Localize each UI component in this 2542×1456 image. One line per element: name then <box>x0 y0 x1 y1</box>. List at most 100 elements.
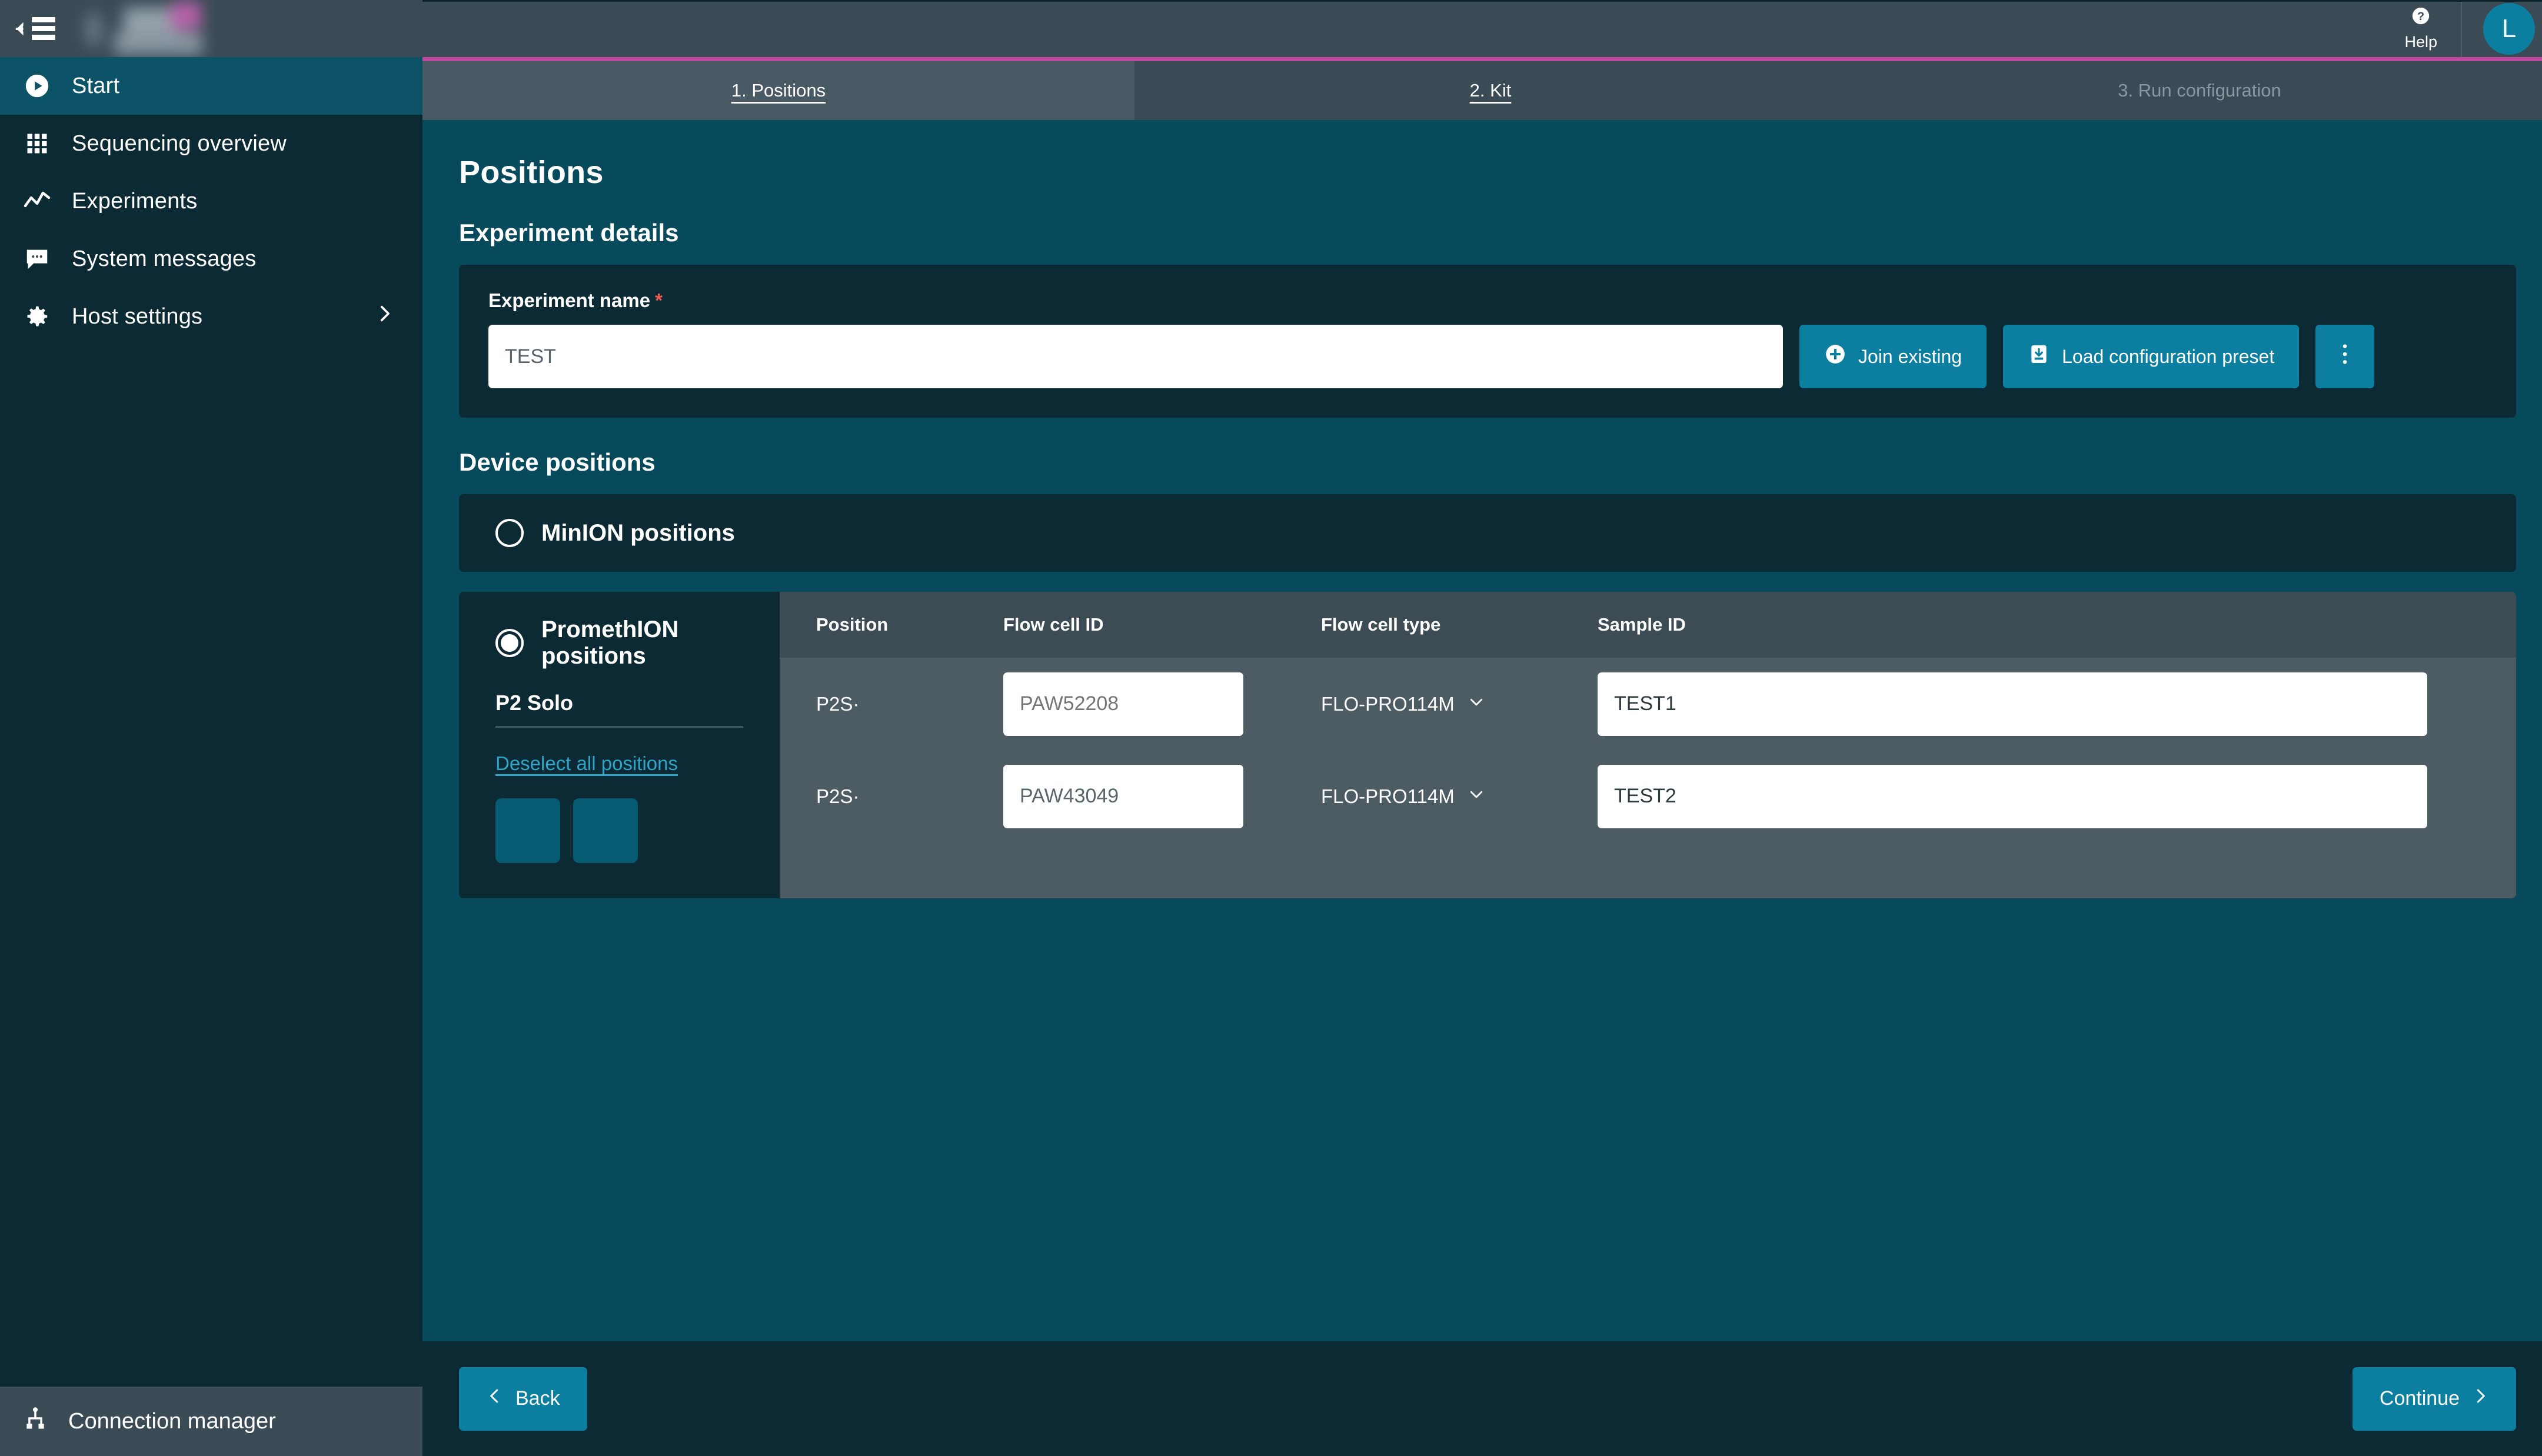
promethion-positions-panel: PromethION positions P2 Solo Deselect al… <box>459 592 2516 898</box>
flow-cell-type-select-row-2[interactable]: FLO-PRO114M <box>1321 785 1485 808</box>
continue-label: Continue <box>2379 1387 2460 1410</box>
deselect-all-positions-link[interactable]: Deselect all positions <box>459 752 678 775</box>
load-configuration-preset-label: Load configuration preset <box>2062 345 2275 367</box>
help-button[interactable]: ? Help <box>2381 0 2462 57</box>
flow-cell-id-input-row-2[interactable] <box>1003 764 1243 828</box>
cell-sample-id <box>1598 658 2516 750</box>
chevron-down-icon <box>1468 785 1485 808</box>
positions-table-head: Position Flow cell ID Flow cell type Sam… <box>780 592 2516 658</box>
avatar-initial: L <box>2501 14 2517 43</box>
question-circle-icon: ? <box>2411 6 2431 30</box>
collapse-menu-icon[interactable] <box>13 11 55 46</box>
gear-icon <box>22 302 52 331</box>
position-tile-1[interactable] <box>495 798 560 863</box>
device-positions-title: Device positions <box>459 448 656 476</box>
flow-cell-type-value: FLO-PRO114M <box>1321 785 1455 807</box>
continue-button[interactable]: Continue <box>2352 1367 2516 1431</box>
page-title: Positions <box>459 155 604 190</box>
plus-circle-icon <box>1824 343 1846 370</box>
cell-flow-cell-id <box>1003 658 1321 750</box>
back-button[interactable]: Back <box>459 1367 587 1431</box>
promethion-radio[interactable] <box>495 629 524 657</box>
sidebar-item-host-settings[interactable]: Host settings <box>0 288 422 345</box>
join-existing-button[interactable]: Join existing <box>1799 325 1987 388</box>
table-header-row: Position Flow cell ID Flow cell type Sam… <box>780 592 2516 658</box>
sidebar-header <box>0 0 422 57</box>
flow-cell-id-input-row-1[interactable] <box>1003 672 1243 736</box>
promethion-positions-label: PromethION positions <box>541 617 679 669</box>
sidebar-item-label: Experiments <box>72 188 198 214</box>
arrow-left-glyph <box>15 22 24 35</box>
sidebar-item-experiments[interactable]: Experiments <box>0 172 422 230</box>
tab-positions[interactable]: 1. Positions <box>422 61 1134 120</box>
sidebar-item-label: Host settings <box>72 304 203 329</box>
table-row: P2S· FLO-PRO114M <box>780 750 2516 842</box>
cell-sample-id <box>1598 750 2516 842</box>
chevron-left-icon <box>486 1387 504 1410</box>
sidebar-item-start[interactable]: Start <box>0 57 422 115</box>
sidebar-item-label: System messages <box>72 246 257 271</box>
grid-icon <box>22 129 52 158</box>
load-configuration-preset-button[interactable]: Load configuration preset <box>2003 325 2300 388</box>
minion-radio[interactable] <box>495 519 524 547</box>
positions-table-body: P2S· FLO-PRO114M <box>780 658 2516 842</box>
column-header-flow-cell-type: Flow cell type <box>1321 592 1598 658</box>
play-circle-icon <box>22 71 52 101</box>
position-tiles <box>459 798 780 863</box>
step-breadcrumb: 1. Positions 2. Kit 3. Run configuration <box>422 61 2542 120</box>
sidebar-item-label: Start <box>72 73 120 98</box>
sidebar-item-connection-manager[interactable]: Connection manager <box>0 1387 422 1456</box>
cell-flow-cell-id <box>1003 750 1321 842</box>
main-area: ? Help L 1. Positions 2. Kit 3. Run conf… <box>422 0 2542 1456</box>
tab-kit[interactable]: 2. Kit <box>1134 61 1846 120</box>
kebab-menu-icon <box>2341 341 2349 372</box>
tab-positions-label: 1. Positions <box>731 80 826 101</box>
experiment-more-menu-button[interactable] <box>2315 325 2375 388</box>
brand-accent-rule <box>422 57 2542 61</box>
connection-manager-label: Connection manager <box>68 1408 276 1434</box>
sample-id-input-row-1[interactable] <box>1598 672 2427 736</box>
line-chart-icon <box>22 186 52 216</box>
flow-cell-type-select-row-1[interactable]: FLO-PRO114M <box>1321 693 1485 715</box>
network-node-icon <box>22 1405 48 1437</box>
tab-run-configuration: 3. Run configuration <box>1846 61 2542 120</box>
position-tile-2[interactable] <box>573 798 638 863</box>
help-label: Help <box>2404 33 2437 51</box>
tab-run-configuration-label: 3. Run configuration <box>2118 80 2281 101</box>
minion-positions-panel[interactable]: MinION positions <box>459 494 2516 572</box>
content-area: Positions Experiment details Experiment … <box>422 120 2542 1341</box>
tab-kit-label: 2. Kit <box>1469 80 1512 101</box>
cell-position: P2S· <box>780 750 1003 842</box>
download-box-icon <box>2028 343 2050 370</box>
chat-bubble-icon <box>22 244 52 274</box>
sidebar-nav: Start Sequencing overview Experiments Sy… <box>0 57 422 1387</box>
sample-id-input-row-2[interactable] <box>1598 764 2427 828</box>
chevron-right-icon <box>2471 1387 2489 1410</box>
promethion-positions-radio-row[interactable]: PromethION positions <box>459 592 780 691</box>
app-root: Start Sequencing overview Experiments Sy… <box>0 0 2542 1456</box>
experiment-details-title: Experiment details <box>459 219 679 246</box>
chevron-right-icon <box>374 304 394 329</box>
cell-flow-cell-type: FLO-PRO114M <box>1321 658 1598 750</box>
minion-positions-radio-row[interactable]: MinION positions <box>459 494 2516 572</box>
column-header-sample-id: Sample ID <box>1598 592 2516 658</box>
minion-positions-label: MinION positions <box>541 519 735 546</box>
sidebar-item-system-messages[interactable]: System messages <box>0 230 422 288</box>
avatar[interactable]: L <box>2483 2 2535 55</box>
svg-text:?: ? <box>2417 10 2424 23</box>
sidebar: Start Sequencing overview Experiments Sy… <box>0 0 422 1456</box>
positions-table-container: Position Flow cell ID Flow cell type Sam… <box>780 592 2516 898</box>
back-label: Back <box>515 1387 560 1410</box>
experiment-name-label-text: Experiment name <box>488 289 651 311</box>
cell-flow-cell-type: FLO-PRO114M <box>1321 750 1598 842</box>
required-marker: * <box>655 289 663 311</box>
sidebar-item-sequencing-overview[interactable]: Sequencing overview <box>0 115 422 172</box>
experiment-details-panel: Experiment name* Join existing <box>459 265 2516 418</box>
promethion-left-column: PromethION positions P2 Solo Deselect al… <box>459 592 780 898</box>
flow-cell-type-value: FLO-PRO114M <box>1321 692 1455 715</box>
experiment-name-input[interactable] <box>488 325 1783 388</box>
table-row: P2S· FLO-PRO114M <box>780 658 2516 750</box>
divider <box>495 726 743 728</box>
bottom-action-bar: Back Continue <box>422 0 2542 1456</box>
cell-position: P2S· <box>780 658 1003 750</box>
